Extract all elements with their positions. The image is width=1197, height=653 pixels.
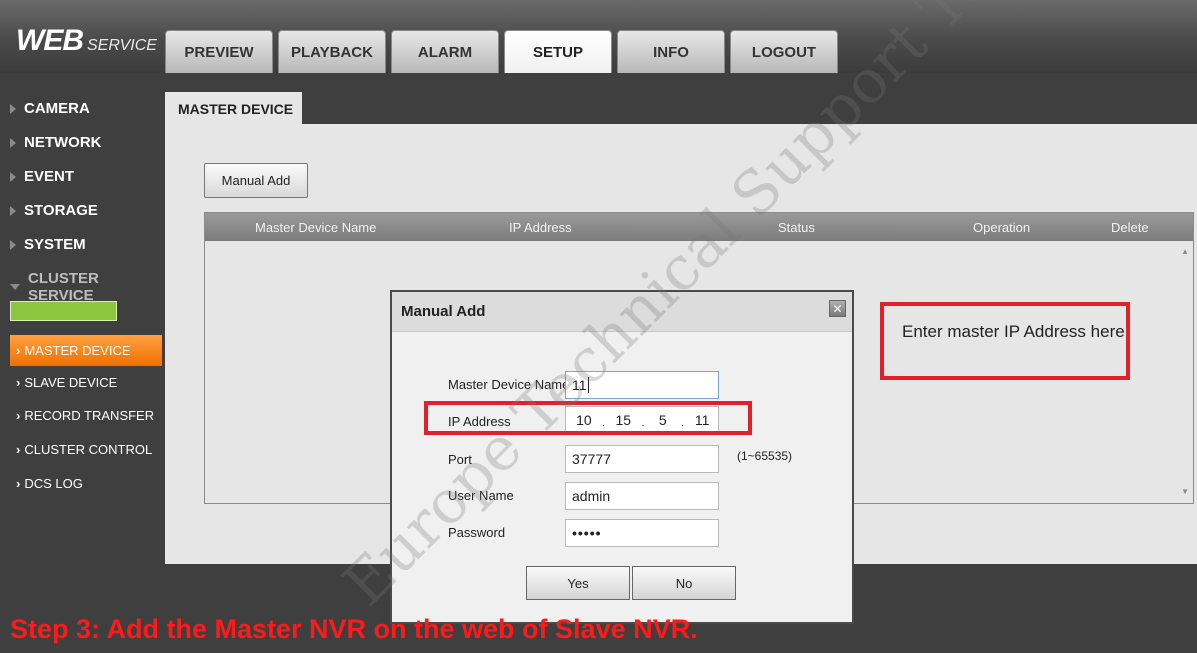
main-tabs: PREVIEW PLAYBACK ALARM SETUP INFO LOGOUT	[165, 30, 843, 73]
chevron-right-icon: ›	[16, 476, 21, 491]
password-label: Password	[448, 525, 506, 540]
password-input[interactable]: •••••	[565, 519, 719, 547]
chevron-right-icon: ›	[16, 343, 21, 358]
column-header-ip-address[interactable]: IP Address	[509, 220, 572, 235]
user-name-input[interactable]: admin	[565, 482, 719, 510]
sidebar-item-label: EVENT	[24, 168, 75, 185]
port-input[interactable]: 37777	[565, 445, 719, 473]
sidebar-subitem-master-device[interactable]: › MASTER DEVICE	[10, 335, 162, 366]
tab-playback[interactable]: PLAYBACK	[278, 30, 386, 73]
port-range-hint: (1~65535)	[737, 449, 793, 463]
sidebar-subitem-label: DCS LOG	[24, 476, 83, 491]
sidebar-item-cluster-service[interactable]: CLUSTER SERVICE	[10, 270, 165, 304]
scroll-up-arrow-icon[interactable]: ▲	[1181, 247, 1189, 256]
sidebar-item-label: CLUSTER SERVICE	[28, 270, 99, 304]
column-header-status[interactable]: Status	[778, 220, 815, 235]
logo-main: WEB	[16, 24, 84, 57]
column-header-delete[interactable]: Delete	[1111, 220, 1149, 235]
master-device-name-label: Master Device Name	[448, 377, 570, 392]
sidebar-item-label: STORAGE	[24, 202, 98, 219]
tab-alarm[interactable]: ALARM	[391, 30, 499, 73]
master-device-name-value: 11	[572, 377, 587, 393]
no-button[interactable]: No	[632, 566, 736, 600]
sidebar-subitem-label: SLAVE DEVICE	[24, 375, 118, 390]
tab-logout[interactable]: LOGOUT	[730, 30, 838, 73]
sidebar-subitem-slave-device[interactable]: › SLAVE DEVICE	[10, 367, 162, 398]
logo-sub: SERVICE	[87, 37, 157, 54]
expand-arrow-icon	[10, 171, 16, 182]
chevron-right-icon: ›	[16, 442, 21, 457]
sidebar-item-event[interactable]: EVENT	[10, 168, 74, 185]
sidebar-item-label: CAMERA	[24, 100, 90, 117]
manual-add-button[interactable]: Manual Add	[204, 163, 308, 198]
master-device-name-input[interactable]: 11	[565, 371, 719, 399]
column-header-operation[interactable]: Operation	[973, 220, 1030, 235]
sidebar-item-label: NETWORK	[24, 134, 102, 151]
step-caption: Step 3: Add the Master NVR on the web of…	[10, 614, 698, 644]
dialog-header: Manual Add ✕	[392, 292, 852, 332]
web-service-logo: WEB SERVICE	[16, 24, 157, 58]
scroll-down-arrow-icon[interactable]: ▼	[1181, 487, 1189, 496]
sidebar-subitem-dcs-log[interactable]: › DCS LOG	[10, 468, 162, 499]
ip-highlight-box	[424, 401, 752, 435]
table-header: Master Device Name IP Address Status Ope…	[205, 213, 1193, 241]
dialog-title: Manual Add	[401, 303, 486, 320]
sidebar-subitem-label: RECORD TRANSFER	[24, 408, 155, 423]
column-header-master-device-name[interactable]: Master Device Name	[255, 220, 376, 235]
expand-arrow-icon	[10, 103, 16, 114]
sidebar-item-network[interactable]: NETWORK	[10, 134, 102, 151]
sidebar-subitem-label: MASTER DEVICE	[24, 343, 131, 358]
tab-preview[interactable]: PREVIEW	[165, 30, 273, 73]
chevron-right-icon: ›	[16, 408, 21, 423]
yes-button[interactable]: Yes	[526, 566, 630, 600]
callout-text: Enter master IP Address here	[902, 322, 1125, 341]
collapse-arrow-icon	[10, 284, 20, 290]
page-tab-master-device[interactable]: MASTER DEVICE	[165, 92, 302, 125]
tab-setup[interactable]: SETUP	[504, 30, 612, 73]
tab-info[interactable]: INFO	[617, 30, 725, 73]
sidebar-subitem-label: CLUSTER CONTROL	[24, 442, 153, 457]
user-name-label: User Name	[448, 488, 514, 503]
sidebar-item-label: SYSTEM	[24, 236, 86, 253]
expand-arrow-icon	[10, 205, 16, 216]
expand-arrow-icon	[10, 239, 16, 250]
close-icon[interactable]: ✕	[829, 300, 846, 317]
text-cursor	[587, 377, 589, 393]
top-header: WEB SERVICE PREVIEW PLAYBACK ALARM SETUP …	[0, 0, 1197, 73]
sidebar: CAMERA NETWORK EVENT STORAGE SYSTEM CLUS…	[0, 73, 165, 593]
expand-arrow-icon	[10, 137, 16, 148]
sidebar-subitem-record-transfer[interactable]: › RECORD TRANSFER	[10, 400, 162, 431]
manual-add-dialog: Manual Add ✕ Master Device Name 11 IP Ad…	[390, 290, 854, 624]
port-label: Port	[448, 452, 472, 467]
sidebar-item-camera[interactable]: CAMERA	[10, 100, 90, 117]
sidebar-item-storage[interactable]: STORAGE	[10, 202, 98, 219]
chevron-right-icon: ›	[16, 375, 21, 390]
sidebar-subitem-cluster-control[interactable]: › CLUSTER CONTROL	[10, 434, 162, 465]
sidebar-item-system[interactable]: SYSTEM	[10, 236, 86, 253]
cluster-status-indicator	[10, 301, 117, 321]
